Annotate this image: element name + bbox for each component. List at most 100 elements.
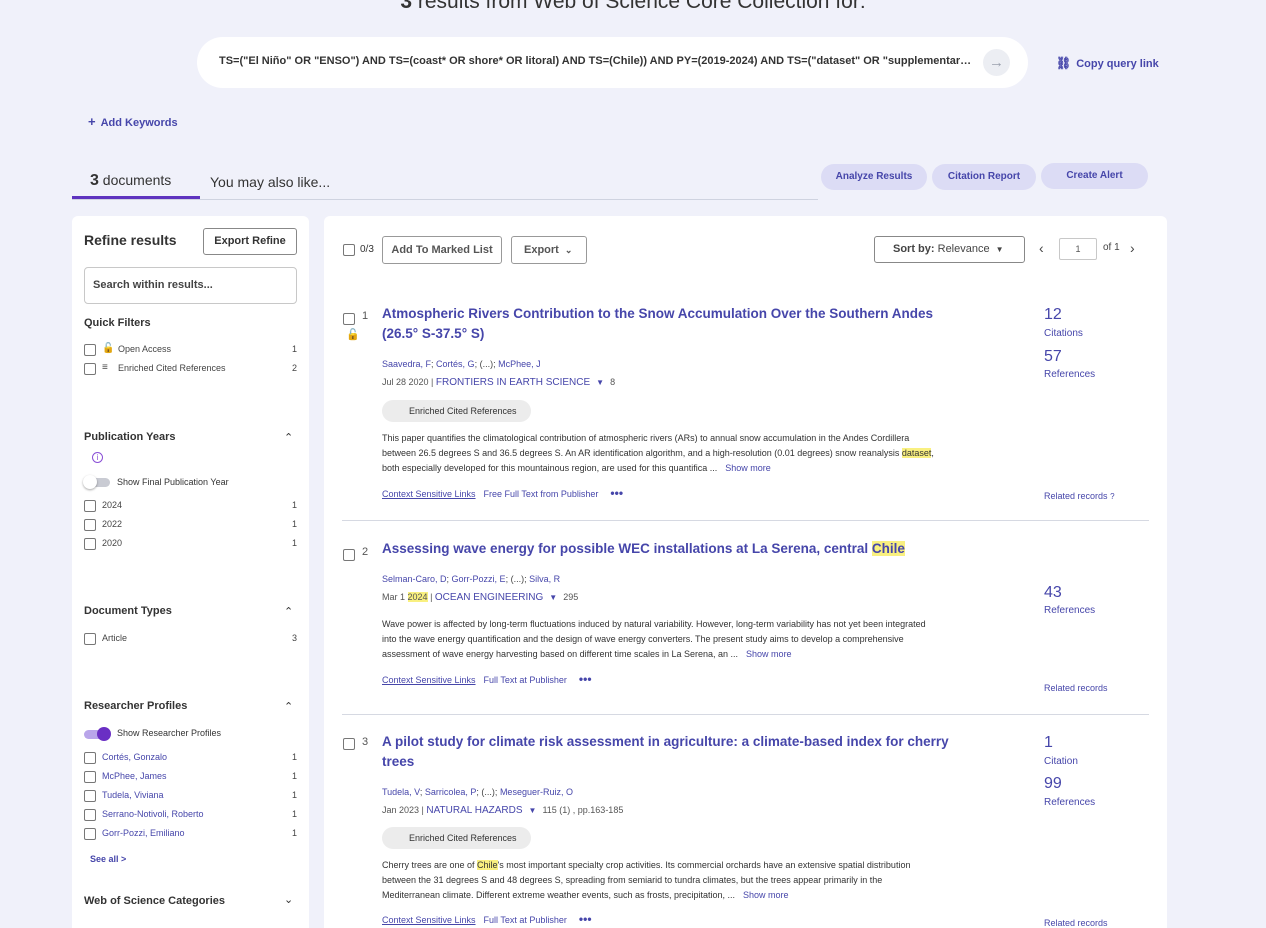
export-refine-button[interactable]: Export Refine xyxy=(203,228,297,255)
caret-down-icon[interactable]: ▼ xyxy=(529,806,537,815)
chevron-left-icon[interactable]: ‹ xyxy=(1039,240,1044,256)
checkbox[interactable] xyxy=(84,809,96,821)
page-input[interactable]: 1 xyxy=(1059,238,1097,260)
full-text-link[interactable]: Full Text at Publisher xyxy=(484,915,567,925)
journal-link[interactable]: FRONTIERS IN EARTH SCIENCE xyxy=(436,377,590,388)
query-box[interactable]: TS=("El Niño" OR "ENSO") AND TS=(coast* … xyxy=(197,37,1028,88)
checkbox[interactable] xyxy=(84,500,96,512)
filter-year-2020[interactable]: 2020 1 xyxy=(84,537,297,551)
caret-down-icon[interactable]: ▼ xyxy=(596,378,604,387)
authors-more[interactable]: (...) xyxy=(481,787,495,797)
record-checkbox[interactable] xyxy=(343,738,355,750)
citations-count[interactable]: 12 xyxy=(1044,306,1062,324)
references-count[interactable]: 43 xyxy=(1044,584,1062,602)
record-title[interactable]: Assessing wave energy for possible WEC i… xyxy=(382,539,982,559)
checkbox[interactable] xyxy=(84,363,96,375)
citation-report-button[interactable]: Citation Report xyxy=(932,164,1036,190)
checkbox[interactable] xyxy=(84,790,96,802)
author-link[interactable]: Gorr-Pozzi, E xyxy=(452,574,506,584)
tab-documents[interactable]: 3 documents xyxy=(90,172,171,190)
chevron-up-icon[interactable]: ⌃ xyxy=(284,431,293,444)
author-link[interactable]: Meseguer-Ruiz, O xyxy=(500,787,573,797)
author-link[interactable]: Selman-Caro, D xyxy=(382,574,447,584)
arrow-right-icon[interactable]: → xyxy=(983,49,1010,76)
search-within-input[interactable]: Search within results... xyxy=(84,267,297,304)
refine-sidebar: Refine results Export Refine Search with… xyxy=(72,216,309,928)
query-text[interactable]: TS=("El Niño" OR "ENSO") AND TS=(coast* … xyxy=(219,55,977,67)
add-keywords-button[interactable]: + Add Keywords xyxy=(88,114,178,129)
filter-enriched-cited-references[interactable]: ≡ Enriched Cited References 2 xyxy=(84,362,297,376)
author-link[interactable]: McPhee, J xyxy=(498,359,541,369)
author-link[interactable]: Silva, R xyxy=(529,574,560,584)
related-records-link[interactable]: Related records ? xyxy=(1044,491,1115,501)
sort-dropdown[interactable]: Sort by: Relevance ▼ xyxy=(874,236,1025,263)
final-publication-year-toggle[interactable] xyxy=(83,475,110,489)
context-sensitive-links[interactable]: Context Sensitive Links xyxy=(382,489,476,499)
researcher-link[interactable]: Gorr-Pozzi, Emiliano xyxy=(102,828,185,838)
checkbox[interactable] xyxy=(84,828,96,840)
authors-more[interactable]: (...) xyxy=(511,574,525,584)
filter-year-2024[interactable]: 2024 1 xyxy=(84,499,297,513)
checkbox[interactable] xyxy=(84,538,96,550)
researcher-profiles-toggle[interactable] xyxy=(84,727,111,741)
filter-researcher[interactable]: Gorr-Pozzi, Emiliano 1 xyxy=(84,827,297,841)
context-sensitive-links[interactable]: Context Sensitive Links xyxy=(382,915,476,925)
journal-link[interactable]: NATURAL HAZARDS xyxy=(426,805,522,816)
citations-count[interactable]: 1 xyxy=(1044,734,1053,752)
record-checkbox[interactable] xyxy=(343,549,355,561)
record-title[interactable]: Atmospheric Rivers Contribution to the S… xyxy=(382,304,952,344)
add-to-marked-list-button[interactable]: Add To Marked List xyxy=(382,236,502,264)
record-title[interactable]: A pilot study for climate risk assessmen… xyxy=(382,732,952,772)
more-options-icon[interactable]: ••• xyxy=(610,486,623,500)
related-records-link[interactable]: Related records xyxy=(1044,683,1108,693)
more-options-icon[interactable]: ••• xyxy=(579,672,592,686)
filter-researcher[interactable]: Tudela, Viviana 1 xyxy=(84,789,297,803)
checkbox[interactable] xyxy=(84,344,96,356)
caret-down-icon[interactable]: ▼ xyxy=(549,593,557,602)
journal-link[interactable]: OCEAN ENGINEERING xyxy=(435,592,543,603)
chevron-up-icon[interactable]: ⌃ xyxy=(284,605,293,618)
context-sensitive-links[interactable]: Context Sensitive Links xyxy=(382,675,476,685)
author-link[interactable]: Cortés, G xyxy=(436,359,475,369)
researcher-link[interactable]: Tudela, Viviana xyxy=(102,790,164,800)
checkbox[interactable] xyxy=(84,771,96,783)
info-icon[interactable]: i xyxy=(92,452,103,463)
researcher-link[interactable]: McPhee, James xyxy=(102,771,167,781)
more-options-icon[interactable]: ••• xyxy=(579,912,592,926)
filter-researcher[interactable]: McPhee, James 1 xyxy=(84,770,297,784)
export-button[interactable]: Export ⌄ xyxy=(511,236,587,264)
filter-open-access[interactable]: 🔓 Open Access 1 xyxy=(84,343,297,357)
researcher-link[interactable]: Cortés, Gonzalo xyxy=(102,752,167,762)
researcher-link[interactable]: Serrano-Notivoli, Roberto xyxy=(102,809,204,819)
see-all-researchers-link[interactable]: See all > xyxy=(90,854,126,864)
tab-you-may-also-like[interactable]: You may also like... xyxy=(210,174,330,190)
full-text-link[interactable]: Full Text at Publisher xyxy=(484,675,567,685)
show-more-link[interactable]: Show more xyxy=(725,463,771,473)
copy-query-link[interactable]: ⛓ Copy query link xyxy=(1056,56,1159,70)
show-more-link[interactable]: Show more xyxy=(746,649,792,659)
select-all-checkbox[interactable] xyxy=(343,244,355,256)
checkbox[interactable] xyxy=(84,519,96,531)
analyze-results-button[interactable]: Analyze Results xyxy=(821,164,927,190)
references-count[interactable]: 99 xyxy=(1044,775,1062,793)
filter-researcher[interactable]: Cortés, Gonzalo 1 xyxy=(84,751,297,765)
filter-article[interactable]: Article 3 xyxy=(84,632,297,646)
chevron-right-icon[interactable]: › xyxy=(1130,240,1135,256)
help-icon[interactable]: ? xyxy=(1110,492,1114,501)
author-link[interactable]: Sarricolea, P xyxy=(425,787,477,797)
related-records-link[interactable]: Related records xyxy=(1044,918,1108,928)
author-link[interactable]: Tudela, V xyxy=(382,787,420,797)
full-text-link[interactable]: Free Full Text from Publisher xyxy=(484,489,599,499)
checkbox[interactable] xyxy=(84,633,96,645)
filter-year-2022[interactable]: 2022 1 xyxy=(84,518,297,532)
author-link[interactable]: Saavedra, F xyxy=(382,359,431,369)
create-alert-button[interactable]: Create Alert xyxy=(1041,163,1148,189)
record-checkbox[interactable] xyxy=(343,313,355,325)
checkbox[interactable] xyxy=(84,752,96,764)
chevron-down-icon[interactable]: ⌄ xyxy=(284,893,293,906)
show-more-link[interactable]: Show more xyxy=(743,890,789,900)
references-count[interactable]: 57 xyxy=(1044,348,1062,366)
authors-more[interactable]: (...) xyxy=(480,359,494,369)
filter-researcher[interactable]: Serrano-Notivoli, Roberto 1 xyxy=(84,808,297,822)
chevron-up-icon[interactable]: ⌃ xyxy=(284,700,293,713)
